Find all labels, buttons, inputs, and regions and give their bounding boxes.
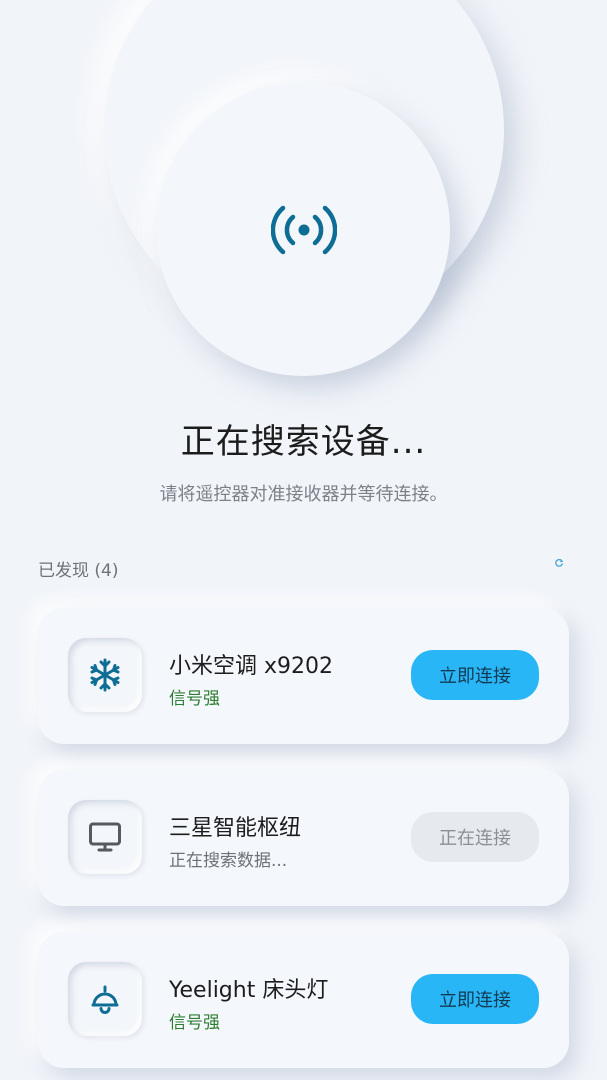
page-subtitle: 请将遥控器对准接收器并等待连接。 xyxy=(159,484,448,505)
connect-button[interactable]: 立即连接 xyxy=(411,650,539,700)
snowflake-icon xyxy=(90,658,120,692)
device-icon-box xyxy=(68,638,142,712)
device-icon-box xyxy=(68,962,142,1036)
device-status: 信号强 xyxy=(169,689,220,709)
device-name: 三星智能枢纽 xyxy=(169,816,302,841)
device-status: 信号强 xyxy=(169,1013,220,1033)
device-card: 三星智能枢纽 正在搜索数据... 正在连接 xyxy=(38,770,569,906)
device-status: 正在搜索数据... xyxy=(169,851,288,871)
lamp-icon xyxy=(91,985,119,1014)
connecting-button[interactable]: 正在连接 xyxy=(411,812,539,862)
device-name: Yeelight 床头灯 xyxy=(169,978,329,1003)
device-card: 小米空调 x9202 信号强 立即连接 xyxy=(38,608,569,744)
page-title: 正在搜索设备... xyxy=(180,422,427,462)
device-name: 小米空调 x9202 xyxy=(169,654,334,679)
discovered-section-header: 已发现 (4) xyxy=(38,556,568,584)
device-card: Yeelight 床头灯 信号强 立即连接 xyxy=(38,932,569,1068)
signal-broadcast-icon xyxy=(271,205,337,255)
refresh-icon[interactable] xyxy=(554,558,564,568)
discovered-count-label: 已发现 (4) xyxy=(38,561,119,581)
monitor-icon xyxy=(89,822,121,852)
connect-button[interactable]: 立即连接 xyxy=(411,974,539,1024)
device-icon-box xyxy=(68,800,142,874)
device-search-screen: 正在搜索设备... 请将遥控器对准接收器并等待连接。 已发现 (4) 小米空调 … xyxy=(0,0,607,1080)
